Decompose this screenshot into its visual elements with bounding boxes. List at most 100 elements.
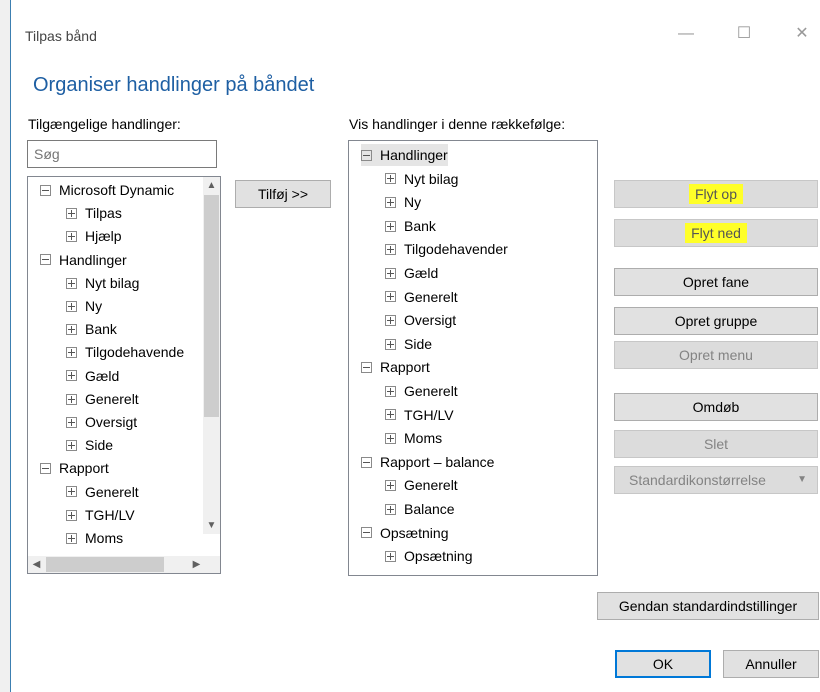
expand-icon[interactable] <box>66 323 77 335</box>
tree-item[interactable]: Bank <box>66 318 117 340</box>
rename-button[interactable]: Omdøb <box>614 393 818 421</box>
tree-item[interactable]: Moms <box>66 527 123 549</box>
expand-icon[interactable] <box>385 267 396 279</box>
horizontal-scrollbar[interactable]: ◀ ▶ <box>28 556 205 573</box>
expand-icon[interactable] <box>385 385 396 397</box>
tree-item[interactable]: Hjælp <box>66 225 122 247</box>
collapse-icon[interactable] <box>40 184 51 196</box>
expand-icon[interactable] <box>385 196 396 208</box>
tree-item[interactable]: Generelt <box>385 474 458 496</box>
expand-icon[interactable] <box>66 439 77 451</box>
collapse-icon[interactable] <box>361 362 372 374</box>
ribbon-order-tree[interactable]: Handlinger Nyt bilag Ny Bank Tilgodehavender… <box>348 140 598 576</box>
tree-item[interactable]: Tilgodehavender <box>385 238 508 260</box>
tree-item[interactable]: Balance <box>385 498 455 520</box>
tree-item[interactable]: Bank <box>385 215 436 237</box>
expand-icon[interactable] <box>385 503 396 515</box>
expand-icon[interactable] <box>385 220 396 232</box>
expand-icon[interactable] <box>385 550 396 562</box>
tree-item[interactable]: Ny <box>66 295 102 317</box>
tree-item[interactable]: Handlinger <box>40 249 127 271</box>
expand-icon[interactable] <box>66 231 77 243</box>
scroll-up-icon[interactable]: ▲ <box>203 177 220 194</box>
tree-item[interactable]: Generelt <box>385 286 458 308</box>
tree-item[interactable]: Microsoft Dynamic <box>40 179 174 201</box>
tree-item-label: Moms <box>85 530 124 546</box>
expand-icon[interactable] <box>385 432 396 444</box>
create-menu-button[interactable]: Opret menu <box>614 341 818 369</box>
tree-item[interactable]: Gæld <box>385 262 438 284</box>
tree-item[interactable]: Gæld <box>66 365 119 387</box>
scroll-down-icon[interactable]: ▼ <box>203 517 220 534</box>
minimize-icon[interactable]: — <box>671 22 701 46</box>
expand-icon[interactable] <box>385 244 396 256</box>
expand-icon[interactable] <box>66 532 77 544</box>
tree-item-label: Oversigt <box>85 414 138 430</box>
scroll-left-icon[interactable]: ◀ <box>28 556 45 573</box>
restore-defaults-button[interactable]: Gendan standardindstillinger <box>597 592 819 620</box>
close-icon[interactable]: ✕ <box>787 22 817 46</box>
maximize-icon[interactable]: ☐ <box>729 22 759 46</box>
expand-icon[interactable] <box>385 409 396 421</box>
vertical-scrollbar[interactable]: ▲ ▼ <box>203 177 220 534</box>
expand-icon[interactable] <box>66 277 77 289</box>
expand-icon[interactable] <box>66 207 77 219</box>
tree-item[interactable]: Nyt bilag <box>66 272 139 294</box>
tree-item[interactable]: Tilgodehavende <box>66 341 184 363</box>
cancel-button[interactable]: Annuller <box>723 650 819 678</box>
scrollbar-corner <box>203 556 220 573</box>
tree-item[interactable]: Rapport <box>361 356 430 378</box>
expand-icon[interactable] <box>385 291 396 303</box>
move-down-button[interactable]: Flyt ned <box>614 219 818 247</box>
collapse-icon[interactable] <box>40 463 51 475</box>
expand-icon[interactable] <box>66 300 77 312</box>
expand-icon[interactable] <box>66 370 77 382</box>
tree-item[interactable]: Rapport – balance <box>361 451 494 473</box>
icon-size-dropdown[interactable]: Standardikonstørrelse ▼ <box>614 466 818 494</box>
tree-item-label: Gæld <box>404 265 439 281</box>
tree-item[interactable]: Oversigt <box>66 411 137 433</box>
tree-item[interactable]: Side <box>66 434 113 456</box>
tree-item[interactable]: Generelt <box>66 481 139 503</box>
tree-item[interactable]: Tilpas <box>66 202 122 224</box>
background-window-strip <box>0 0 10 692</box>
expand-icon[interactable] <box>385 480 396 492</box>
expand-icon[interactable] <box>385 173 396 185</box>
tree-item[interactable]: Nyt bilag <box>385 168 458 190</box>
expand-icon[interactable] <box>385 314 396 326</box>
tree-item[interactable]: Ny <box>385 191 421 213</box>
create-tab-button[interactable]: Opret fane <box>614 268 818 296</box>
ok-button[interactable]: OK <box>615 650 711 678</box>
tree-item[interactable]: Opsætning <box>361 522 448 544</box>
scrollbar-thumb[interactable] <box>204 195 219 417</box>
available-actions-tree[interactable]: Microsoft Dynamic Tilpas Hjælp Handlinger Ny… <box>27 176 221 574</box>
collapse-icon[interactable] <box>40 254 51 266</box>
scrollbar-thumb[interactable] <box>46 557 164 572</box>
tree-item[interactable]: Side <box>385 333 432 355</box>
add-button[interactable]: Tilføj >> <box>235 180 331 208</box>
tree-item[interactable]: Moms <box>385 427 442 449</box>
tree-item[interactable]: Rapport <box>40 457 109 479</box>
expand-icon[interactable] <box>66 509 77 521</box>
expand-icon[interactable] <box>66 486 77 498</box>
tree-item[interactable]: Oversigt <box>385 309 456 331</box>
search-input[interactable] <box>27 140 217 168</box>
collapse-icon[interactable] <box>361 149 372 161</box>
expand-icon[interactable] <box>66 393 77 405</box>
move-up-button[interactable]: Flyt op <box>614 180 818 208</box>
expand-icon[interactable] <box>385 338 396 350</box>
tree-item[interactable]: Handlinger <box>361 144 448 166</box>
tree-item-label: Generelt <box>85 483 139 500</box>
create-group-button[interactable]: Opret gruppe <box>614 307 818 335</box>
collapse-icon[interactable] <box>361 456 372 468</box>
collapse-icon[interactable] <box>361 527 372 539</box>
expand-icon[interactable] <box>66 416 77 428</box>
tree-item[interactable]: TGH/LV <box>66 504 135 526</box>
expand-icon[interactable] <box>66 347 77 359</box>
tree-item-label: TGH/LV <box>404 406 454 423</box>
tree-item[interactable]: Generelt <box>385 380 458 402</box>
tree-item[interactable]: Opsætning <box>385 545 472 567</box>
delete-button[interactable]: Slet <box>614 430 818 458</box>
tree-item[interactable]: TGH/LV <box>385 404 454 426</box>
tree-item[interactable]: Generelt <box>66 388 139 410</box>
